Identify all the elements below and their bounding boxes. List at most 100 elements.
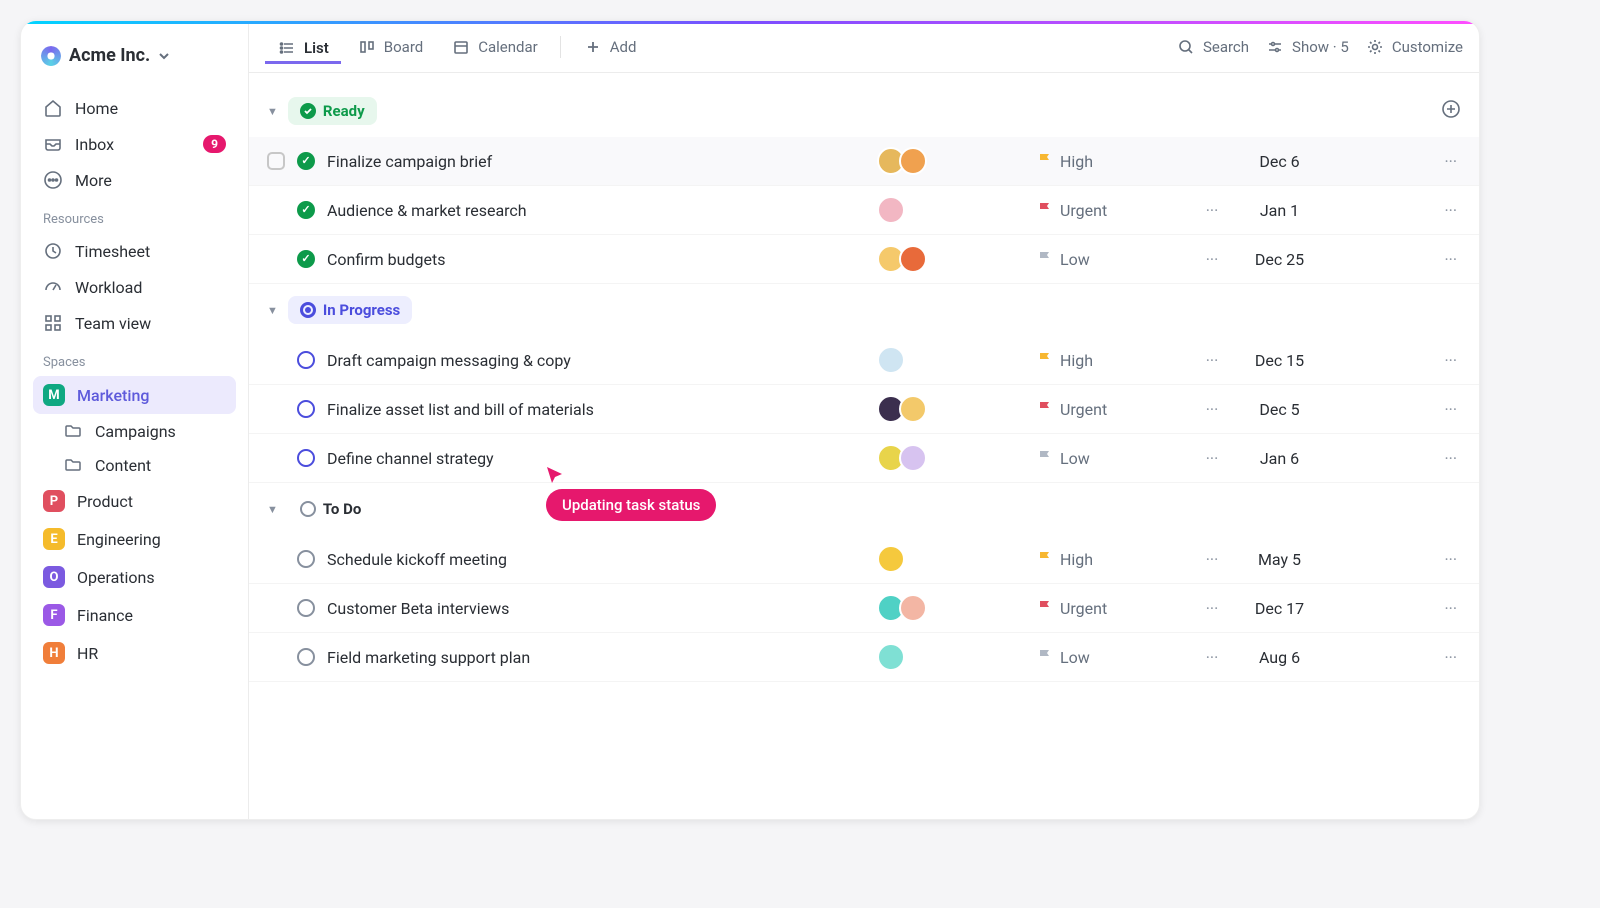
nav-workload[interactable]: Workload xyxy=(33,269,236,305)
due-date[interactable]: Dec 5 xyxy=(1237,400,1322,419)
resources-heading: Resources xyxy=(33,198,236,233)
avatar[interactable] xyxy=(877,643,905,671)
space-item-hr[interactable]: HHR xyxy=(33,634,236,672)
nav-inbox[interactable]: Inbox 9 xyxy=(33,126,236,162)
task-row[interactable]: Finalize campaign brief High Dec 6 ··· xyxy=(249,137,1479,186)
more-cell[interactable]: ··· xyxy=(1187,351,1237,370)
task-row[interactable]: Define channel strategy Low ··· Jan 6 ··… xyxy=(249,434,1479,483)
nav-home[interactable]: Home xyxy=(33,90,236,126)
more-cell[interactable]: ··· xyxy=(1187,400,1237,419)
priority-cell[interactable]: High xyxy=(1037,152,1187,171)
priority-cell[interactable]: Low xyxy=(1037,648,1187,667)
search-button[interactable]: Search xyxy=(1176,37,1249,57)
workspace-selector[interactable]: Acme Inc. xyxy=(33,41,236,70)
priority-cell[interactable]: High xyxy=(1037,550,1187,569)
priority-cell[interactable]: Low xyxy=(1037,449,1187,468)
task-row[interactable]: Finalize asset list and bill of material… xyxy=(249,385,1479,434)
space-item-operations[interactable]: OOperations xyxy=(33,558,236,596)
priority-cell[interactable]: Urgent xyxy=(1037,201,1187,220)
row-actions[interactable]: ··· xyxy=(1411,400,1461,419)
task-status-icon[interactable] xyxy=(297,599,315,617)
space-item-product[interactable]: PProduct xyxy=(33,482,236,520)
row-actions[interactable]: ··· xyxy=(1411,152,1461,171)
view-list[interactable]: List xyxy=(265,32,341,64)
folder-icon xyxy=(63,421,83,441)
task-status-icon[interactable] xyxy=(297,250,315,268)
view-calendar[interactable]: Calendar xyxy=(439,31,550,63)
priority-cell[interactable]: High xyxy=(1037,351,1187,370)
task-row[interactable]: Draft campaign messaging & copy High ···… xyxy=(249,336,1479,385)
folder-item[interactable]: Campaigns xyxy=(33,414,236,448)
task-row[interactable]: Schedule kickoff meeting High ··· May 5 … xyxy=(249,535,1479,584)
nav-team-view[interactable]: Team view xyxy=(33,305,236,341)
more-cell[interactable]: ··· xyxy=(1187,201,1237,220)
avatar[interactable] xyxy=(899,594,927,622)
task-status-icon[interactable] xyxy=(297,201,315,219)
collapse-icon[interactable]: ▼ xyxy=(267,304,278,317)
add-view[interactable]: Add xyxy=(571,31,649,63)
avatar[interactable] xyxy=(899,444,927,472)
row-actions[interactable]: ··· xyxy=(1411,250,1461,269)
task-status-icon[interactable] xyxy=(297,449,315,467)
space-item-engineering[interactable]: EEngineering xyxy=(33,520,236,558)
due-date[interactable]: Dec 17 xyxy=(1237,599,1322,618)
more-cell[interactable]: ··· xyxy=(1187,648,1237,667)
status-pill[interactable]: Ready xyxy=(288,97,377,125)
space-item-marketing[interactable]: MMarketing xyxy=(33,376,236,414)
show-button[interactable]: Show · 5 xyxy=(1265,37,1349,57)
task-row[interactable]: Field marketing support plan Low ··· Aug… xyxy=(249,633,1479,682)
due-date[interactable]: Dec 6 xyxy=(1237,152,1322,171)
task-status-icon[interactable] xyxy=(297,152,315,170)
task-status-icon[interactable] xyxy=(297,351,315,369)
task-row[interactable]: Confirm budgets Low ··· Dec 25 ··· xyxy=(249,235,1479,284)
due-date[interactable]: Jan 6 xyxy=(1237,449,1322,468)
status-pill[interactable]: In Progress xyxy=(288,296,412,324)
row-actions[interactable]: ··· xyxy=(1411,550,1461,569)
due-date[interactable]: May 5 xyxy=(1237,550,1322,569)
priority-cell[interactable]: Urgent xyxy=(1037,599,1187,618)
more-cell[interactable]: ··· xyxy=(1187,449,1237,468)
task-row[interactable]: Audience & market research Urgent ··· Ja… xyxy=(249,186,1479,235)
task-status-icon[interactable] xyxy=(297,648,315,666)
task-row[interactable]: Customer Beta interviews Urgent ··· Dec … xyxy=(249,584,1479,633)
assignee-cell xyxy=(877,196,1037,224)
nav-more[interactable]: More xyxy=(33,162,236,198)
row-actions[interactable]: ··· xyxy=(1411,648,1461,667)
status-pill[interactable]: To Do xyxy=(288,495,373,523)
more-cell[interactable]: ··· xyxy=(1187,550,1237,569)
add-task-icon[interactable] xyxy=(1441,99,1461,123)
view-label: List xyxy=(304,39,329,57)
due-date[interactable]: Dec 15 xyxy=(1237,351,1322,370)
space-item-finance[interactable]: FFinance xyxy=(33,596,236,634)
priority-cell[interactable]: Low xyxy=(1037,250,1187,269)
collapse-icon[interactable]: ▼ xyxy=(267,503,278,516)
due-date[interactable]: Aug 6 xyxy=(1237,648,1322,667)
board-icon xyxy=(357,37,377,57)
view-board[interactable]: Board xyxy=(345,31,435,63)
main-panel: List Board Calendar Add Search xyxy=(249,21,1479,819)
task-status-icon[interactable] xyxy=(297,550,315,568)
due-date[interactable]: Jan 1 xyxy=(1237,201,1322,220)
nav-timesheet[interactable]: Timesheet xyxy=(33,233,236,269)
avatar[interactable] xyxy=(877,545,905,573)
avatar[interactable] xyxy=(877,346,905,374)
task-title: Audience & market research xyxy=(327,201,527,220)
collapse-icon[interactable]: ▼ xyxy=(267,105,278,118)
avatar[interactable] xyxy=(899,245,927,273)
row-actions[interactable]: ··· xyxy=(1411,449,1461,468)
more-cell[interactable]: ··· xyxy=(1187,599,1237,618)
avatar[interactable] xyxy=(899,147,927,175)
customize-button[interactable]: Customize xyxy=(1365,37,1463,57)
task-title: Field marketing support plan xyxy=(327,648,530,667)
folder-item[interactable]: Content xyxy=(33,448,236,482)
task-checkbox[interactable] xyxy=(267,152,285,170)
priority-cell[interactable]: Urgent xyxy=(1037,400,1187,419)
row-actions[interactable]: ··· xyxy=(1411,351,1461,370)
due-date[interactable]: Dec 25 xyxy=(1237,250,1322,269)
row-actions[interactable]: ··· xyxy=(1411,201,1461,220)
avatar[interactable] xyxy=(877,196,905,224)
row-actions[interactable]: ··· xyxy=(1411,599,1461,618)
task-status-icon[interactable] xyxy=(297,400,315,418)
more-cell[interactable]: ··· xyxy=(1187,250,1237,269)
avatar[interactable] xyxy=(899,395,927,423)
